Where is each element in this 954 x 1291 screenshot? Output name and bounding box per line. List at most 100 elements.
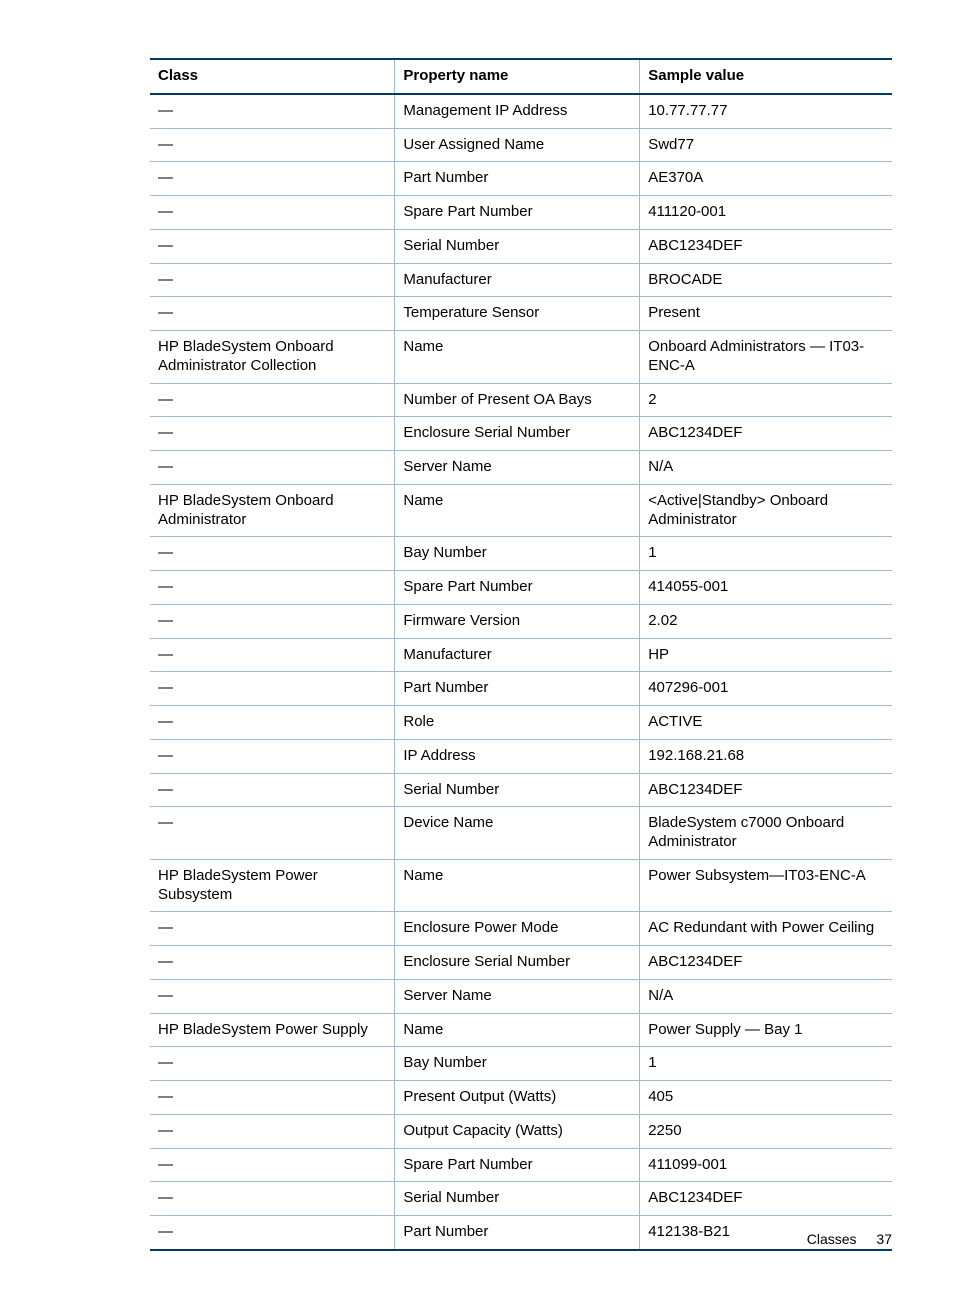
cell-class: — bbox=[150, 383, 395, 417]
cell-property: Manufacturer bbox=[395, 263, 640, 297]
cell-value: N/A bbox=[640, 451, 892, 485]
cell-value: Onboard Administrators — IT03-ENC-A bbox=[640, 331, 892, 384]
table-row: —Spare Part Number414055-001 bbox=[150, 571, 892, 605]
cell-class: — bbox=[150, 1216, 395, 1250]
cell-property: Device Name bbox=[395, 807, 640, 860]
cell-value: 2.02 bbox=[640, 604, 892, 638]
cell-class: — bbox=[150, 263, 395, 297]
table-row: —Serial NumberABC1234DEF bbox=[150, 773, 892, 807]
table-row: —Server NameN/A bbox=[150, 979, 892, 1013]
cell-class: — bbox=[150, 739, 395, 773]
cell-property: Server Name bbox=[395, 979, 640, 1013]
cell-property: Management IP Address bbox=[395, 94, 640, 128]
cell-property: Name bbox=[395, 331, 640, 384]
cell-value: Power Subsystem—IT03-ENC-A bbox=[640, 859, 892, 912]
table-row: HP BladeSystem Onboard Administrator Col… bbox=[150, 331, 892, 384]
cell-value: 414055-001 bbox=[640, 571, 892, 605]
cell-property: Spare Part Number bbox=[395, 1148, 640, 1182]
table-row: HP BladeSystem Onboard AdministratorName… bbox=[150, 484, 892, 537]
table-row: —Serial NumberABC1234DEF bbox=[150, 1182, 892, 1216]
cell-property: Bay Number bbox=[395, 537, 640, 571]
cell-class: — bbox=[150, 1114, 395, 1148]
cell-value: 405 bbox=[640, 1081, 892, 1115]
cell-value: BROCADE bbox=[640, 263, 892, 297]
table-row: HP BladeSystem Power SubsystemNamePower … bbox=[150, 859, 892, 912]
cell-property: Enclosure Serial Number bbox=[395, 417, 640, 451]
cell-class: — bbox=[150, 128, 395, 162]
cell-value: AC Redundant with Power Ceiling bbox=[640, 912, 892, 946]
cell-value: 1 bbox=[640, 537, 892, 571]
table-row: —Temperature SensorPresent bbox=[150, 297, 892, 331]
cell-value: ABC1234DEF bbox=[640, 1182, 892, 1216]
cell-value: Present bbox=[640, 297, 892, 331]
cell-value: N/A bbox=[640, 979, 892, 1013]
table-row: —Part Number412138-B21 bbox=[150, 1216, 892, 1250]
cell-property: Temperature Sensor bbox=[395, 297, 640, 331]
cell-property: Role bbox=[395, 706, 640, 740]
table-row: —Spare Part Number411120-001 bbox=[150, 196, 892, 230]
cell-class: — bbox=[150, 1081, 395, 1115]
cell-class: — bbox=[150, 537, 395, 571]
cell-value: ACTIVE bbox=[640, 706, 892, 740]
cell-class: — bbox=[150, 229, 395, 263]
cell-property: Output Capacity (Watts) bbox=[395, 1114, 640, 1148]
cell-class: — bbox=[150, 706, 395, 740]
cell-property: Number of Present OA Bays bbox=[395, 383, 640, 417]
cell-class: — bbox=[150, 571, 395, 605]
cell-class: — bbox=[150, 979, 395, 1013]
cell-class: — bbox=[150, 162, 395, 196]
cell-class: — bbox=[150, 94, 395, 128]
cell-class: — bbox=[150, 773, 395, 807]
cell-property: Serial Number bbox=[395, 1182, 640, 1216]
page-footer: Classes 37 bbox=[807, 1231, 892, 1247]
cell-class: — bbox=[150, 912, 395, 946]
cell-value: 192.168.21.68 bbox=[640, 739, 892, 773]
table-row: —Part NumberAE370A bbox=[150, 162, 892, 196]
table-row: —Server NameN/A bbox=[150, 451, 892, 485]
table-row: —ManufacturerHP bbox=[150, 638, 892, 672]
cell-value: AE370A bbox=[640, 162, 892, 196]
table-row: —Part Number407296-001 bbox=[150, 672, 892, 706]
table-row: —RoleACTIVE bbox=[150, 706, 892, 740]
table-row: —ManufacturerBROCADE bbox=[150, 263, 892, 297]
cell-class: — bbox=[150, 946, 395, 980]
cell-property: Present Output (Watts) bbox=[395, 1081, 640, 1115]
cell-value: 1 bbox=[640, 1047, 892, 1081]
cell-property: Enclosure Serial Number bbox=[395, 946, 640, 980]
table-row: HP BladeSystem Power SupplyNamePower Sup… bbox=[150, 1013, 892, 1047]
cell-class: HP BladeSystem Onboard Administrator bbox=[150, 484, 395, 537]
table-row: —Number of Present OA Bays2 bbox=[150, 383, 892, 417]
cell-property: Part Number bbox=[395, 1216, 640, 1250]
cell-class: — bbox=[150, 807, 395, 860]
document-page: Class Property name Sample value —Manage… bbox=[0, 0, 954, 1291]
cell-class: — bbox=[150, 1182, 395, 1216]
cell-class: — bbox=[150, 196, 395, 230]
cell-value: BladeSystem c7000 Onboard Administrator bbox=[640, 807, 892, 860]
cell-property: User Assigned Name bbox=[395, 128, 640, 162]
cell-class: HP BladeSystem Onboard Administrator Col… bbox=[150, 331, 395, 384]
table-row: —User Assigned NameSwd77 bbox=[150, 128, 892, 162]
cell-property: Server Name bbox=[395, 451, 640, 485]
cell-class: HP BladeSystem Power Subsystem bbox=[150, 859, 395, 912]
cell-value: ABC1234DEF bbox=[640, 773, 892, 807]
cell-property: Part Number bbox=[395, 162, 640, 196]
table-header-row: Class Property name Sample value bbox=[150, 59, 892, 94]
cell-class: — bbox=[150, 1148, 395, 1182]
table-row: —Present Output (Watts)405 bbox=[150, 1081, 892, 1115]
cell-value: 2250 bbox=[640, 1114, 892, 1148]
cell-class: — bbox=[150, 672, 395, 706]
table-row: —Bay Number1 bbox=[150, 1047, 892, 1081]
cell-property: Part Number bbox=[395, 672, 640, 706]
cell-property: Spare Part Number bbox=[395, 196, 640, 230]
cell-class: — bbox=[150, 638, 395, 672]
table-row: —IP Address192.168.21.68 bbox=[150, 739, 892, 773]
cell-value: 2 bbox=[640, 383, 892, 417]
table-row: —Spare Part Number411099-001 bbox=[150, 1148, 892, 1182]
cell-property: Bay Number bbox=[395, 1047, 640, 1081]
cell-property: Serial Number bbox=[395, 229, 640, 263]
cell-value: 407296-001 bbox=[640, 672, 892, 706]
table-row: —Management IP Address10.77.77.77 bbox=[150, 94, 892, 128]
header-property: Property name bbox=[395, 59, 640, 94]
cell-property: Name bbox=[395, 1013, 640, 1047]
cell-property: Enclosure Power Mode bbox=[395, 912, 640, 946]
